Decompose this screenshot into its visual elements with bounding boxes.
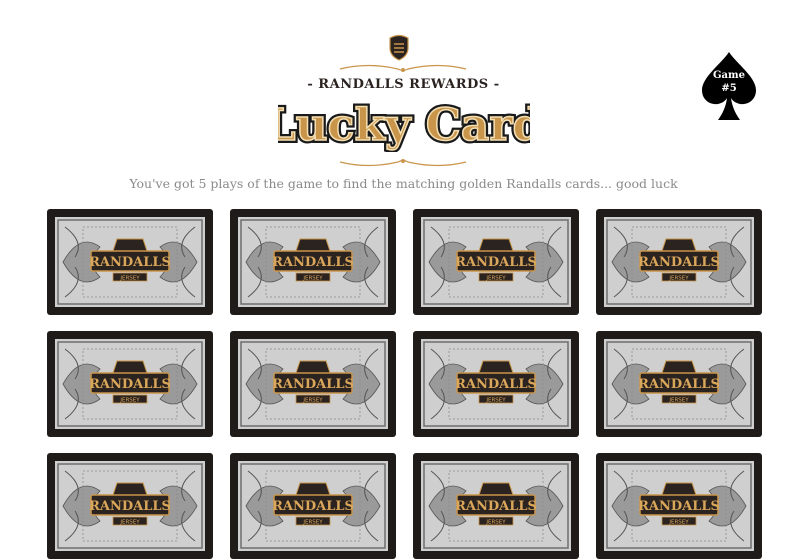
svg-text:RANDALLS: RANDALLS [89, 377, 171, 392]
card-3[interactable]: RANDALLS JERSEY [413, 209, 579, 315]
svg-text:JERSEY: JERSEY [302, 520, 323, 526]
svg-text:RANDALLS: RANDALLS [455, 255, 537, 270]
card-5[interactable]: RANDALLS JERSEY [47, 331, 213, 437]
card-7[interactable]: RANDALLS JERSEY [413, 331, 579, 437]
svg-text:RANDALLS: RANDALLS [272, 377, 354, 392]
svg-text:RANDALLS: RANDALLS [272, 499, 354, 514]
rewards-heading: - RANDALLS REWARDS - [307, 77, 500, 92]
svg-text:RANDALLS: RANDALLS [638, 377, 720, 392]
card-6[interactable]: RANDALLS JERSEY [230, 331, 396, 437]
svg-text:JERSEY: JERSEY [485, 398, 506, 404]
crest-icon [389, 34, 409, 61]
svg-text:JERSEY: JERSEY [119, 276, 140, 282]
svg-text:RANDALLS: RANDALLS [638, 499, 720, 514]
svg-text:JERSEY: JERSEY [668, 520, 689, 526]
svg-text:RANDALLS: RANDALLS [455, 499, 537, 514]
card-10[interactable]: RANDALLS JERSEY [230, 453, 396, 559]
card-back-pattern: RANDALLS JERSEY [604, 461, 754, 551]
svg-text:JERSEY: JERSEY [668, 398, 689, 404]
game-number-value: #5 [721, 83, 737, 94]
card-11[interactable]: RANDALLS JERSEY [413, 453, 579, 559]
flourish-bottom-icon [339, 159, 467, 167]
card-back-pattern: RANDALLS JERSEY [421, 339, 571, 429]
card-back-pattern: RANDALLS JERSEY [238, 339, 388, 429]
svg-text:RANDALLS: RANDALLS [89, 499, 171, 514]
svg-text:JERSEY: JERSEY [668, 276, 689, 282]
svg-text:JERSEY: JERSEY [302, 276, 323, 282]
lucky-card-logo: Lucky Card Lucky Card [278, 97, 530, 152]
svg-text:JERSEY: JERSEY [485, 520, 506, 526]
card-back-pattern: RANDALLS JERSEY [238, 217, 388, 307]
card-back-pattern: RANDALLS JERSEY [421, 461, 571, 551]
card-back-pattern: RANDALLS JERSEY [604, 217, 754, 307]
card-back-pattern: RANDALLS JERSEY [421, 217, 571, 307]
card-back-pattern: RANDALLS JERSEY [238, 461, 388, 551]
card-9[interactable]: RANDALLS JERSEY [47, 453, 213, 559]
card-12[interactable]: RANDALLS JERSEY [596, 453, 762, 559]
svg-text:JERSEY: JERSEY [119, 398, 140, 404]
card-back-pattern: RANDALLS JERSEY [55, 217, 205, 307]
card-4[interactable]: RANDALLS JERSEY [596, 209, 762, 315]
instructions-text: You've got 5 plays of the game to find t… [129, 176, 678, 191]
game-header: - RANDALLS REWARDS - Lucky Card Lucky Ca… [0, 0, 807, 200]
svg-text:RANDALLS: RANDALLS [638, 255, 720, 270]
svg-text:RANDALLS: RANDALLS [272, 255, 354, 270]
card-2[interactable]: RANDALLS JERSEY [230, 209, 396, 315]
svg-text:JERSEY: JERSEY [119, 520, 140, 526]
svg-text:Lucky Card: Lucky Card [278, 100, 530, 151]
svg-text:RANDALLS: RANDALLS [455, 377, 537, 392]
card-8[interactable]: RANDALLS JERSEY [596, 331, 762, 437]
game-number-label: Game [713, 70, 745, 81]
card-back-pattern: RANDALLS JERSEY [55, 339, 205, 429]
card-1[interactable]: RANDALLS JERSEY [47, 209, 213, 315]
flourish-top-icon [339, 64, 467, 72]
svg-text:JERSEY: JERSEY [485, 276, 506, 282]
svg-text:JERSEY: JERSEY [302, 398, 323, 404]
svg-text:RANDALLS: RANDALLS [89, 255, 171, 270]
card-back-pattern: RANDALLS JERSEY [604, 339, 754, 429]
card-back-pattern: RANDALLS JERSEY [55, 461, 205, 551]
